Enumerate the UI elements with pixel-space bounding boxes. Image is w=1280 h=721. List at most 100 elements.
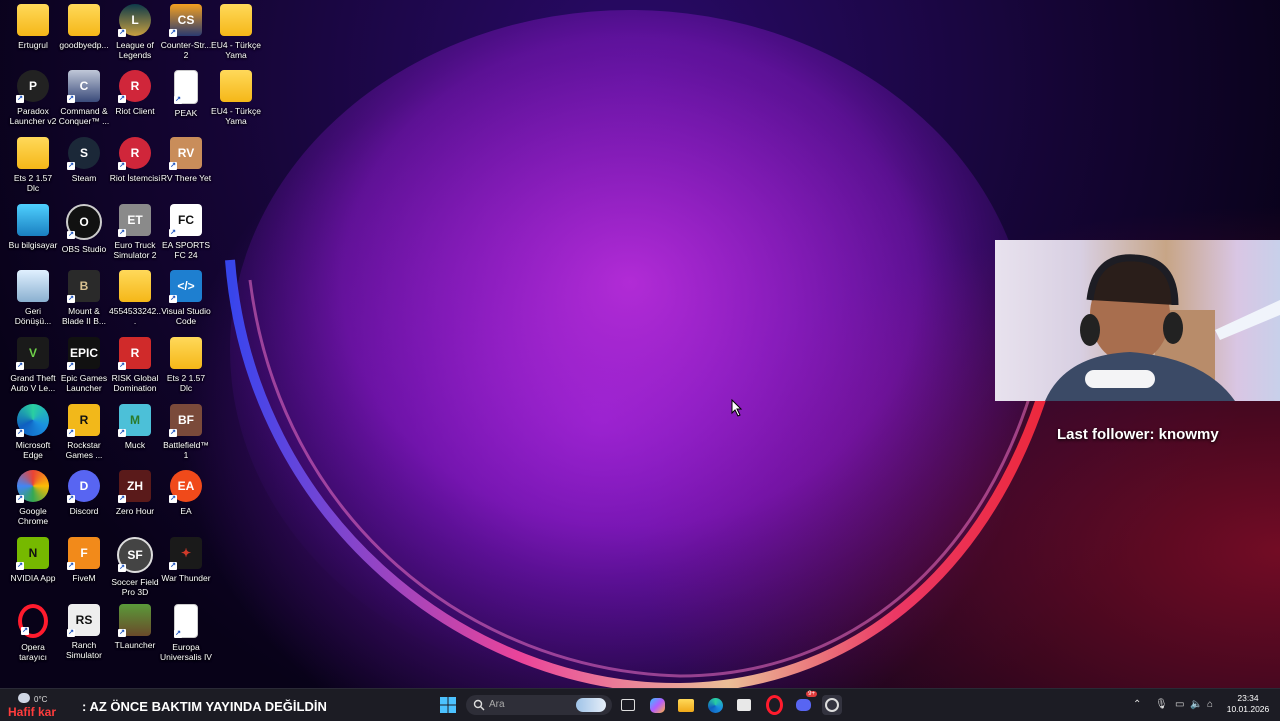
vscode-icon: </> ↗ bbox=[169, 270, 202, 303]
desktop-icon-label: Microsoft Edge bbox=[15, 440, 51, 460]
search-box[interactable]: Ara bbox=[466, 695, 612, 715]
desktop-icon-label: Zero Hour bbox=[115, 506, 155, 516]
notification-icon[interactable]: ⌂ bbox=[1207, 699, 1213, 710]
desktop-icon[interactable]: ZH ↗ Zero Hour bbox=[110, 470, 160, 534]
desktop-icon[interactable]: R ↗ Riot İstemcisi bbox=[110, 137, 160, 201]
shortcut-arrow-icon: ↗ bbox=[118, 629, 126, 637]
desktop-icon[interactable]: RS ↗ Ranch Simulator bbox=[59, 604, 109, 668]
desktop-icon[interactable]: goodbyedp... bbox=[59, 4, 109, 68]
desktop-icon-label: Epic Games Launcher bbox=[60, 373, 108, 393]
desktop-icon-label: Geri Dönüşü... bbox=[14, 306, 52, 326]
file-explorer-button[interactable] bbox=[676, 695, 696, 715]
muck-icon: M ↗ bbox=[118, 404, 151, 437]
start-button[interactable] bbox=[438, 695, 458, 715]
desktop-icon-label: EU4 - Türkçe Yama bbox=[211, 40, 261, 60]
desktop-icon[interactable]: ↗ Europa Universalis IV bbox=[160, 604, 212, 668]
desktop-icon[interactable]: O ↗ OBS Studio bbox=[59, 204, 109, 268]
shortcut-arrow-icon: ↗ bbox=[67, 429, 75, 437]
shortcut-arrow-icon: ↗ bbox=[169, 229, 177, 237]
store-icon bbox=[737, 699, 751, 711]
desktop-icon-label: FiveM bbox=[72, 573, 96, 583]
recycle-bin-icon bbox=[17, 270, 49, 302]
desktop[interactable]: Ertugrul goodbyedp... L ↗ League of Legends C… bbox=[0, 0, 1280, 688]
desktop-icon-label: Battlefield™ 1 bbox=[163, 440, 209, 460]
obs-taskbar-button[interactable] bbox=[822, 695, 842, 715]
copilot-button[interactable] bbox=[647, 695, 667, 715]
desktop-icon[interactable]: Geri Dönüşü... bbox=[8, 270, 58, 334]
desktop-icon[interactable]: C ↗ Command & Conquer™ ... bbox=[59, 70, 109, 134]
ranch-simulator-icon: RS ↗ bbox=[67, 604, 100, 637]
obs-icon bbox=[825, 698, 839, 712]
desktop-icon[interactable]: BF ↗ Battlefield™ 1 bbox=[161, 404, 211, 468]
store-button[interactable] bbox=[734, 695, 754, 715]
desktop-icon[interactable]: N ↗ NVIDIA App bbox=[8, 537, 58, 601]
desktop-icon[interactable]: R ↗ RISK Global Domination bbox=[110, 337, 160, 401]
shortcut-arrow-icon: ↗ bbox=[169, 495, 177, 503]
desktop-icon-label: Mount & Blade II B... bbox=[62, 306, 106, 326]
desktop-icon[interactable]: B ↗ Mount & Blade II B... bbox=[59, 270, 109, 334]
desktop-icon[interactable]: EA ↗ EA bbox=[161, 470, 211, 534]
tray-chevron-icon[interactable]: ⌃ bbox=[1133, 699, 1141, 710]
desktop-icon[interactable]: SF ↗ Soccer Field Pro 3D bbox=[110, 537, 160, 601]
desktop-icon[interactable]: EU4 - Türkçe Yama bbox=[211, 70, 261, 134]
riot-client-icon: R ↗ bbox=[118, 137, 151, 170]
desktop-icon[interactable]: FC ↗ EA SPORTS FC 24 bbox=[161, 204, 211, 268]
desktop-icon[interactable]: M ↗ Muck bbox=[110, 404, 160, 468]
windows-icon bbox=[440, 697, 456, 713]
shortcut-arrow-icon: ↗ bbox=[118, 162, 126, 170]
desktop-icon-label: RV There Yet bbox=[160, 173, 212, 183]
desktop-icon[interactable]: L ↗ League of Legends bbox=[110, 4, 160, 68]
edge-button[interactable] bbox=[705, 695, 725, 715]
desktop-icon-label: PEAK bbox=[174, 108, 198, 118]
desktop-icon-label: EA bbox=[180, 506, 192, 516]
desktop-icon-label: Rockstar Games ... bbox=[65, 440, 103, 460]
desktop-icon[interactable]: F ↗ FiveM bbox=[59, 537, 109, 601]
desktop-icon[interactable]: ET ↗ Euro Truck Simulator 2 bbox=[110, 204, 160, 268]
shortcut-arrow-icon: ↗ bbox=[118, 95, 126, 103]
desktop-icon[interactable]: EU4 - Türkçe Yama bbox=[211, 4, 261, 68]
discord-icon: D ↗ bbox=[67, 470, 100, 503]
desktop-icon[interactable]: ✦ ↗ War Thunder bbox=[161, 537, 211, 601]
desktop-icon[interactable]: Ets 2 1.57 Dlc bbox=[8, 137, 58, 201]
desktop-icon[interactable]: </> ↗ Visual Studio Code bbox=[161, 270, 211, 334]
opera-button[interactable] bbox=[764, 695, 784, 715]
desktop-icon[interactable]: EPIC ↗ Epic Games Launcher bbox=[59, 337, 109, 401]
desktop-icon[interactable]: ↗ Google Chrome bbox=[8, 470, 58, 534]
shortcut-arrow-icon: ↗ bbox=[169, 162, 177, 170]
folder-icon bbox=[17, 137, 49, 169]
microphone-icon[interactable]: 🎙 bbox=[1155, 699, 1168, 710]
weather-widget[interactable]: 0°C Hafif kar bbox=[8, 693, 78, 719]
shortcut-arrow-icon: ↗ bbox=[174, 96, 182, 104]
desktop-icon-label: OBS Studio bbox=[61, 244, 107, 254]
volume-icon[interactable]: 🔈 bbox=[1190, 699, 1202, 710]
desktop-icon[interactable]: D ↗ Discord bbox=[59, 470, 109, 534]
desktop-icon[interactable]: R ↗ Riot Client bbox=[110, 70, 160, 134]
network-icon[interactable]: ▭ bbox=[1175, 699, 1184, 710]
desktop-icon[interactable]: P ↗ Paradox Launcher v2 bbox=[8, 70, 58, 134]
desktop-icon[interactable]: ↗ Opera tarayıcı bbox=[8, 604, 58, 668]
desktop-icon-label: Command & Conquer™ ... bbox=[58, 106, 110, 126]
desktop-icon[interactable]: Ets 2 1.57 Dlc bbox=[161, 337, 211, 401]
desktop-icon[interactable]: Bu bilgisayar bbox=[8, 204, 58, 268]
desktop-icon[interactable]: R ↗ Rockstar Games ... bbox=[59, 404, 109, 468]
desktop-icon[interactable]: Ertugrul bbox=[8, 4, 58, 68]
folder-icon bbox=[678, 698, 694, 712]
shortcut-arrow-icon: ↗ bbox=[118, 564, 126, 572]
desktop-icon[interactable]: S ↗ Steam bbox=[59, 137, 109, 201]
shortcut-arrow-icon: ↗ bbox=[118, 429, 126, 437]
taskbar: 0°C Hafif kar : AZ ÖNCE BAKTIM YAYINDA D… bbox=[0, 688, 1280, 721]
clock[interactable]: 23:34 10.01.2026 bbox=[1222, 693, 1274, 715]
discord-badge: 9+ bbox=[806, 691, 817, 697]
desktop-icon[interactable]: 4554533242... bbox=[109, 270, 161, 334]
tlauncher-icon: ↗ bbox=[118, 604, 151, 637]
desktop-icon[interactable]: ↗ Microsoft Edge bbox=[8, 404, 58, 468]
desktop-icon[interactable]: CS ↗ Counter-Str... 2 bbox=[161, 4, 211, 68]
desktop-icon[interactable]: RV ↗ RV There Yet bbox=[161, 137, 211, 201]
task-view-button[interactable] bbox=[618, 695, 638, 715]
copilot-icon bbox=[649, 697, 665, 713]
desktop-icon[interactable]: ↗ TLauncher bbox=[110, 604, 160, 668]
desktop-icon[interactable]: V ↗ Grand Theft Auto V Le... bbox=[8, 337, 58, 401]
discord-button[interactable]: 9+ bbox=[793, 691, 817, 715]
desktop-icon-label: League of Legends bbox=[116, 40, 154, 60]
desktop-icon[interactable]: ↗ PEAK bbox=[161, 70, 211, 134]
